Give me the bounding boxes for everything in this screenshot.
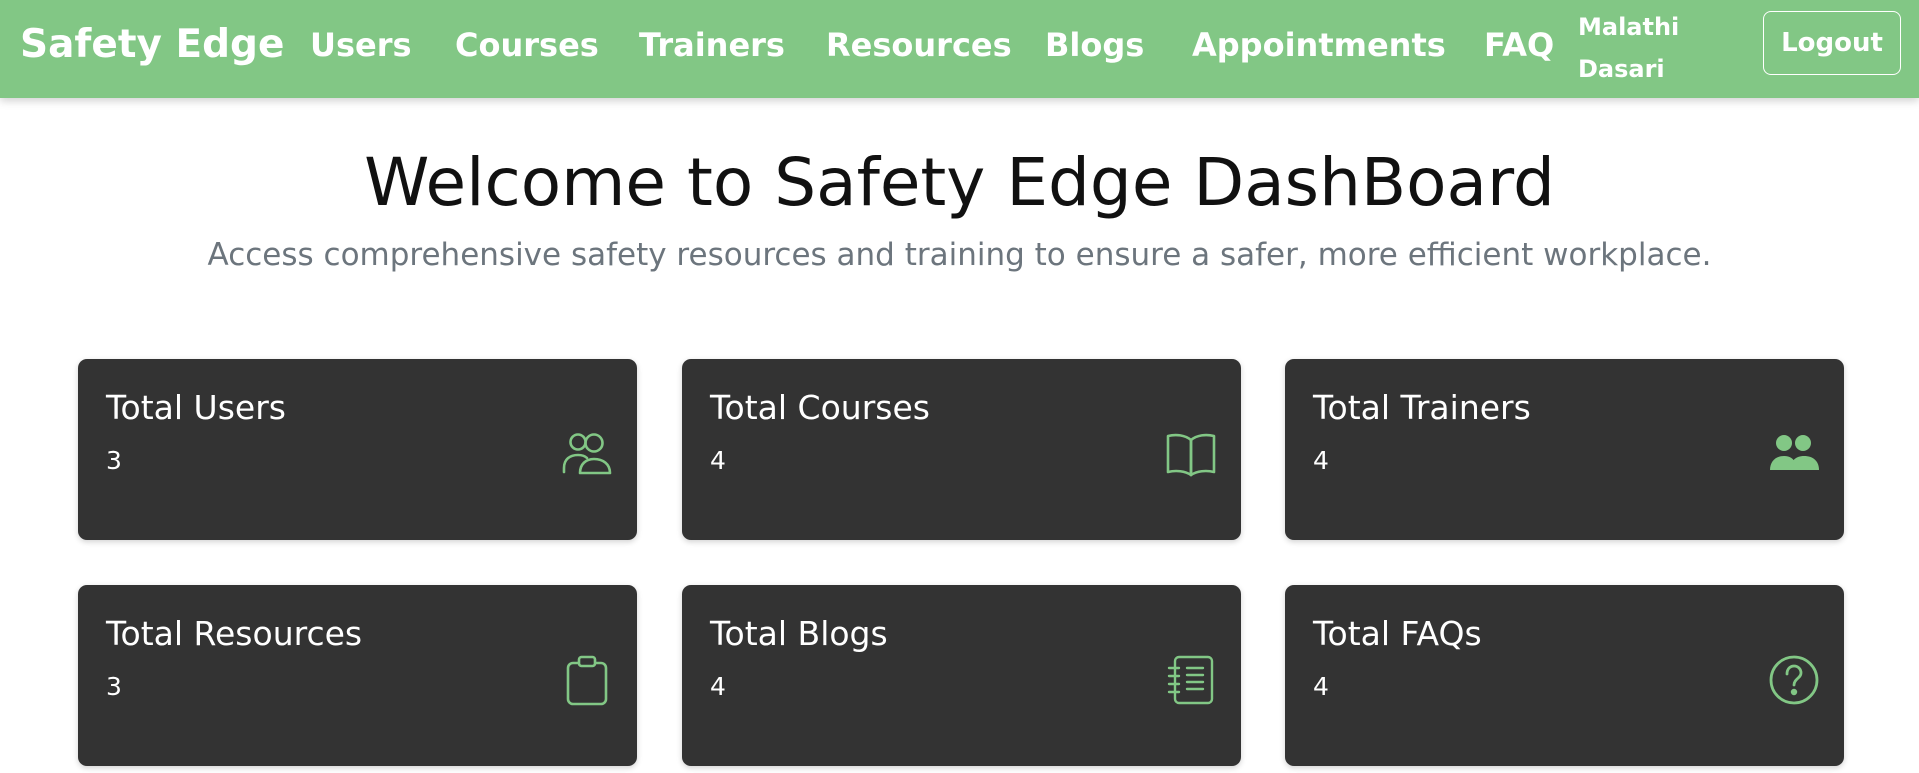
- clipboard-icon: [561, 654, 613, 706]
- card-total-courses[interactable]: Total Courses 4: [682, 359, 1241, 540]
- card-value: 3: [106, 446, 122, 475]
- nav-link-faq[interactable]: FAQ: [1484, 26, 1554, 64]
- nav-link-blogs[interactable]: Blogs: [1045, 26, 1144, 64]
- card-total-resources[interactable]: Total Resources 3: [78, 585, 637, 766]
- page-subtitle: Access comprehensive safety resources an…: [207, 237, 1712, 273]
- nav-link-trainers[interactable]: Trainers: [639, 26, 785, 64]
- card-title: Total FAQs: [1313, 614, 1482, 653]
- user-name: Malathi Dasari: [1578, 13, 1680, 83]
- nav-link-resources[interactable]: Resources: [826, 26, 1012, 64]
- card-title: Total Courses: [710, 388, 930, 427]
- nav-link-appointments[interactable]: Appointments: [1192, 26, 1446, 64]
- card-total-faqs[interactable]: Total FAQs 4: [1285, 585, 1844, 766]
- users-filled-icon: [1768, 428, 1820, 480]
- card-value: 3: [106, 672, 122, 701]
- card-total-users[interactable]: Total Users 3: [78, 359, 637, 540]
- top-navbar: Safety Edge Users Courses Trainers Resou…: [0, 0, 1919, 98]
- book-open-icon: [1165, 428, 1217, 480]
- card-title: Total Blogs: [710, 614, 888, 653]
- question-circle-icon: [1768, 654, 1820, 706]
- card-value: 4: [1313, 672, 1329, 701]
- card-title: Total Trainers: [1313, 388, 1531, 427]
- card-value: 4: [710, 446, 726, 475]
- card-value: 4: [710, 672, 726, 701]
- nav-link-users[interactable]: Users: [310, 26, 412, 64]
- users-outline-icon: [561, 428, 613, 480]
- card-total-trainers[interactable]: Total Trainers 4: [1285, 359, 1844, 540]
- nav-link-courses[interactable]: Courses: [455, 26, 599, 64]
- card-total-blogs[interactable]: Total Blogs 4: [682, 585, 1241, 766]
- page-title: Welcome to Safety Edge DashBoard: [364, 144, 1555, 221]
- card-title: Total Resources: [106, 614, 363, 653]
- brand-logo[interactable]: Safety Edge: [20, 22, 284, 68]
- card-value: 4: [1313, 446, 1329, 475]
- journal-icon: [1165, 654, 1217, 706]
- card-title: Total Users: [106, 388, 286, 427]
- logout-button[interactable]: Logout: [1763, 11, 1901, 75]
